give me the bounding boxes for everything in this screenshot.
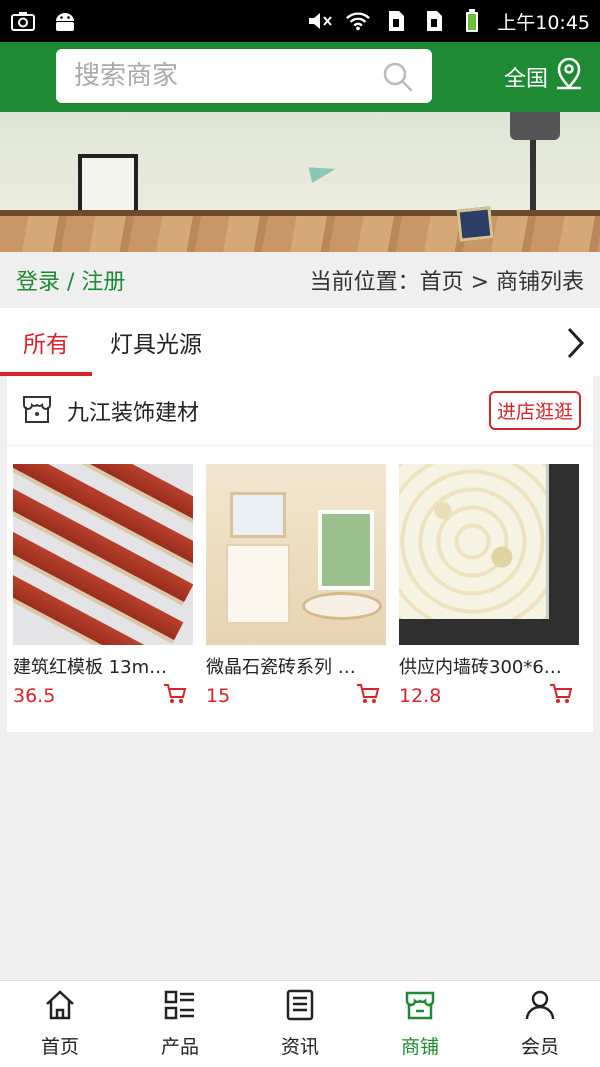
bottom-nav: 首页 产品 资讯 商铺 会员 (0, 980, 600, 1067)
chevron-right-icon[interactable] (564, 326, 586, 364)
shop-header[interactable]: 九江装饰建材 进店逛逛 (7, 376, 593, 446)
nav-member[interactable]: 会员 (480, 981, 600, 1067)
shop-icon (404, 989, 436, 1026)
search-box[interactable] (56, 49, 432, 103)
banner-lamp (510, 112, 560, 140)
banner-pillow (456, 206, 494, 242)
nav-label: 资讯 (280, 1036, 319, 1058)
category-tabs: 所有 灯具光源 (0, 308, 600, 376)
banner-floor (0, 216, 600, 252)
product-image[interactable] (206, 464, 386, 645)
product-title[interactable]: 建筑红模板 13m… (13, 653, 185, 679)
header-bar: 全国 (0, 42, 600, 112)
nav-label: 商铺 (400, 1036, 439, 1058)
nav-news[interactable]: 资讯 (240, 981, 360, 1067)
status-bar: 上午10:45 (0, 0, 600, 42)
nav-home[interactable]: 首页 (0, 981, 120, 1067)
home-icon (44, 989, 76, 1026)
cart-icon[interactable] (163, 683, 187, 709)
search-icon[interactable] (382, 61, 414, 97)
banner-paper-plane (308, 161, 338, 183)
product-list-icon (164, 989, 196, 1026)
battery-icon (459, 9, 485, 32)
banner-lamp-pole (530, 140, 536, 218)
member-icon (524, 989, 556, 1026)
shop-card: 九江装饰建材 进店逛逛 建筑红模板 13m… 36.5 微晶石瓷砖系列 … 15… (7, 376, 593, 732)
search-input[interactable] (74, 61, 374, 91)
screenshot-icon (10, 10, 36, 32)
cart-icon[interactable] (356, 683, 380, 709)
product-card[interactable]: 建筑红模板 13m… 36.5 (13, 464, 193, 709)
promo-banner[interactable] (0, 112, 600, 252)
product-image[interactable] (13, 464, 193, 645)
visit-store-button[interactable]: 进店逛逛 (488, 391, 581, 430)
region-label: 全国 (503, 67, 548, 92)
nav-label: 会员 (520, 1036, 559, 1058)
nav-label: 首页 (40, 1036, 79, 1058)
nav-shops[interactable]: 商铺 (360, 981, 480, 1067)
shop-name: 九江装饰建材 (67, 400, 200, 426)
product-image[interactable] (399, 464, 579, 645)
news-icon (284, 989, 316, 1026)
breadcrumb: 当前位置：首页 > 商铺列表 (309, 270, 584, 295)
banner-picture-frame (78, 154, 138, 218)
cart-icon[interactable] (549, 683, 573, 709)
product-title[interactable]: 微晶石瓷砖系列 … (206, 653, 378, 679)
location-pin-icon (554, 57, 584, 96)
nav-label: 产品 (160, 1036, 199, 1058)
status-time: 上午10:45 (497, 11, 590, 34)
tab-lighting[interactable]: 灯具光源 (110, 308, 202, 376)
product-list: 建筑红模板 13m… 36.5 微晶石瓷砖系列 … 15 供应内墙砖300*6…… (13, 464, 579, 709)
wifi-icon (345, 10, 371, 32)
sim-card-icon-2 (421, 10, 447, 32)
product-price: 15 (206, 685, 231, 707)
product-title[interactable]: 供应内墙砖300*6… (399, 653, 571, 679)
region-selector[interactable]: 全国 (503, 57, 584, 96)
product-price: 36.5 (13, 685, 56, 707)
product-price: 12.8 (399, 685, 442, 707)
store-icon (21, 393, 53, 429)
sim-card-icon (383, 10, 409, 32)
tab-all[interactable]: 所有 (0, 308, 92, 376)
login-register-link[interactable]: 登录 / 注册 (16, 264, 125, 296)
nav-products[interactable]: 产品 (120, 981, 240, 1067)
product-card[interactable]: 微晶石瓷砖系列 … 15 (206, 464, 386, 709)
breadcrumb-row: 登录 / 注册 当前位置：首页 > 商铺列表 (0, 252, 600, 308)
android-icon (52, 10, 78, 32)
product-card[interactable]: 供应内墙砖300*6… 12.8 (399, 464, 579, 709)
mute-icon (307, 10, 333, 32)
